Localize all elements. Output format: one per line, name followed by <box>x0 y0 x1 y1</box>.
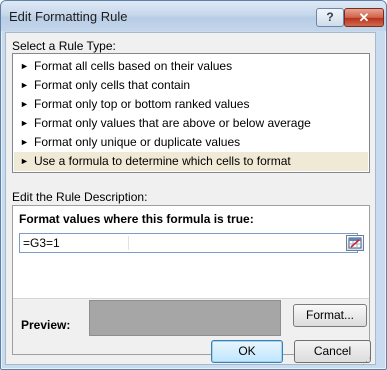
rule-item-label: Format all cells based on their values <box>34 59 233 73</box>
close-button[interactable]: ✕ <box>344 8 384 27</box>
formula-area: Format values where this formula is true… <box>13 206 369 299</box>
arrow-icon: ► <box>20 118 29 128</box>
format-button[interactable]: Format... <box>293 304 367 327</box>
rule-item-label: Use a formula to determine which cells t… <box>34 154 291 168</box>
dialog-body: Select a Rule Type: ► Format all cells b… <box>5 32 376 367</box>
format-preview <box>89 300 281 336</box>
rule-item-label: Format only values that are above or bel… <box>34 116 311 130</box>
rule-type-list[interactable]: ► Format all cells based on their values… <box>12 53 370 173</box>
formula-input[interactable]: =G3=1 <box>19 233 364 253</box>
rule-item-label: Format only unique or duplicate values <box>34 135 241 149</box>
arrow-icon: ► <box>20 80 29 90</box>
rule-item-cells-contain[interactable]: ► Format only cells that contain <box>14 76 368 95</box>
arrow-icon: ► <box>20 99 29 109</box>
rule-item-above-below-average[interactable]: ► Format only values that are above or b… <box>14 114 368 133</box>
rule-item-label: Format only top or bottom ranked values <box>34 97 250 111</box>
preview-label: Preview: <box>21 318 71 332</box>
rule-item-all-cells[interactable]: ► Format all cells based on their values <box>14 57 368 76</box>
arrow-icon: ► <box>20 61 29 71</box>
rule-item-label: Format only cells that contain <box>34 78 191 92</box>
rule-item-top-bottom[interactable]: ► Format only top or bottom ranked value… <box>14 95 368 114</box>
collapse-dialog-button[interactable] <box>346 235 364 251</box>
edit-formatting-rule-dialog: Edit Formatting Rule ? ✕ Select a Rule T… <box>0 0 387 370</box>
title-bar[interactable]: Edit Formatting Rule ? ✕ <box>1 1 386 31</box>
rule-type-label: Select a Rule Type: <box>12 39 116 53</box>
formula-heading: Format values where this formula is true… <box>19 212 254 226</box>
cancel-button[interactable]: Cancel <box>294 340 371 363</box>
window-title: Edit Formatting Rule <box>9 9 128 24</box>
rule-item-unique-duplicate[interactable]: ► Format only unique or duplicate values <box>14 133 368 152</box>
arrow-icon: ► <box>20 137 29 147</box>
help-button[interactable]: ? <box>316 8 344 27</box>
rule-description-panel: Format values where this formula is true… <box>12 205 370 355</box>
rule-item-use-formula[interactable]: ► Use a formula to determine which cells… <box>14 152 368 171</box>
input-divider <box>128 236 129 250</box>
ok-button[interactable]: OK <box>211 340 283 363</box>
rule-description-label: Edit the Rule Description: <box>12 190 148 204</box>
formula-value: =G3=1 <box>23 236 60 250</box>
range-select-icon <box>348 237 362 249</box>
arrow-icon: ► <box>20 156 29 166</box>
resize-grip-icon[interactable]: ⋰ <box>362 356 371 367</box>
